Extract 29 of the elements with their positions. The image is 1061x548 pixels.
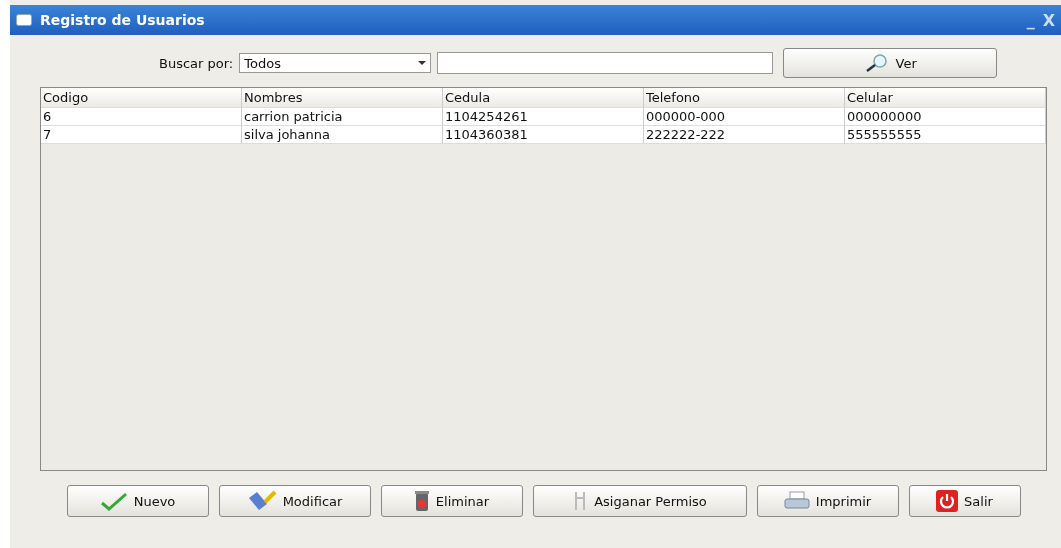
action-button[interactable]: Eliminar [380,485,523,517]
caret-icon [418,61,427,65]
brush-icon [246,490,277,512]
column-header[interactable]: Codigo [41,88,242,108]
window-title: Registro de Usuarios [40,12,206,28]
printer-icon [783,491,810,511]
column-header[interactable]: Cedula [443,88,644,108]
table-cell: 555555555 [845,126,1046,144]
search-field[interactable] [437,52,774,74]
power-icon [936,490,959,512]
search-label: Buscar por: [159,55,234,71]
minimize-button[interactable]: _ [1026,10,1035,30]
column-header[interactable]: Nombres [242,88,443,108]
action-button[interactable]: Nuevo [66,485,209,517]
action-button[interactable]: Modificar [218,485,371,517]
action-button[interactable]: Imprimir [756,485,899,517]
column-header[interactable]: Celular [845,88,1046,108]
checkmark-icon [99,491,128,511]
table-cell: 222222-222 [644,126,845,144]
table-cell: silva johanna [242,126,443,144]
action-button[interactable]: Salir [908,485,1021,517]
window-icon [16,14,32,26]
filter-dropdown[interactable]: Todos [239,53,432,73]
table-cell: 7 [41,126,242,144]
trash-icon [413,490,430,512]
column-header[interactable]: Telefono [644,88,845,108]
search-button[interactable]: Ver [783,48,998,78]
table-cell: 1104360381 [443,126,644,144]
action-button[interactable]: Asiganar Permiso [532,485,747,517]
